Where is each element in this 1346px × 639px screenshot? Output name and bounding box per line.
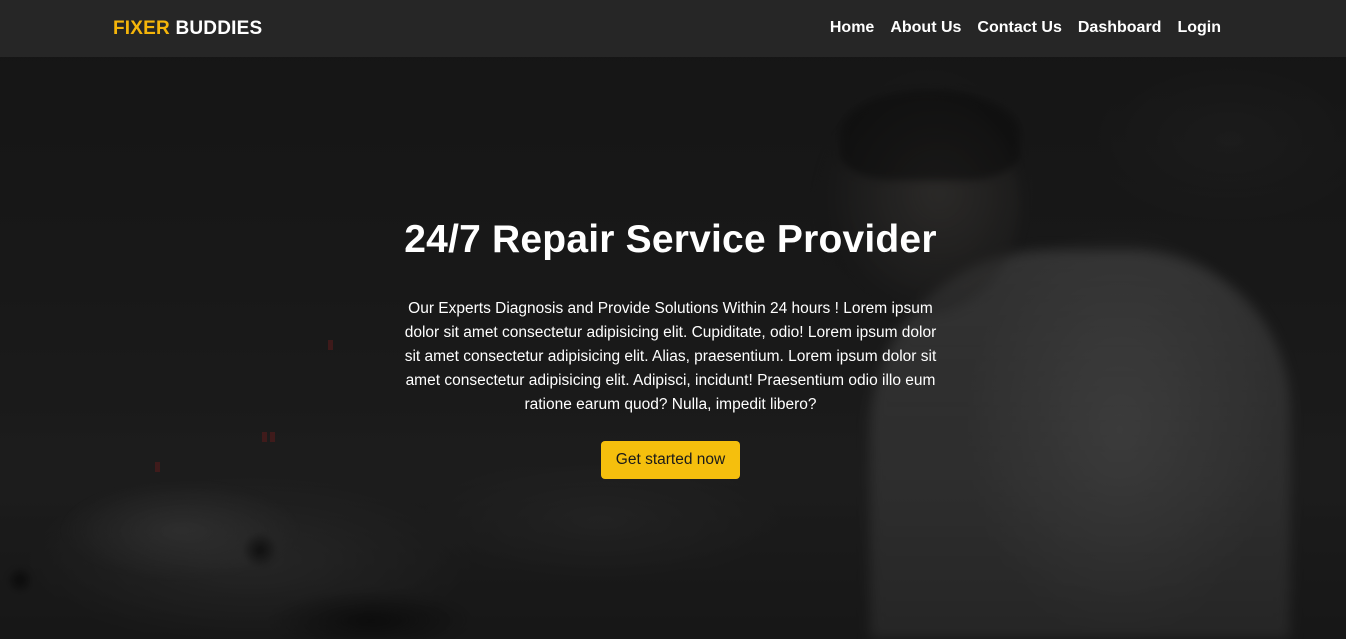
brand-logo[interactable]: FIXER BUDDIES <box>113 18 262 40</box>
nav-links: Home About Us Contact Us Dashboard Login <box>830 19 1221 37</box>
get-started-button[interactable]: Get started now <box>601 441 740 479</box>
landing-page: FIXER BUDDIES Home About Us Contact Us D… <box>0 0 1346 639</box>
hero-description: Our Experts Diagnosis and Provide Soluti… <box>404 300 937 413</box>
nav-link-home[interactable]: Home <box>830 19 874 36</box>
hero-title: 24/7 Repair Service Provider <box>404 218 937 261</box>
nav-link-dashboard[interactable]: Dashboard <box>1078 19 1162 36</box>
brand-rest-text: BUDDIES <box>175 18 263 39</box>
navbar: FIXER BUDDIES Home About Us Contact Us D… <box>0 0 1346 57</box>
nav-link-about-us[interactable]: About Us <box>890 19 961 36</box>
nav-link-login[interactable]: Login <box>1177 19 1221 36</box>
brand-accent-text: FIXER <box>113 18 170 39</box>
nav-link-contact-us[interactable]: Contact Us <box>977 19 1061 36</box>
